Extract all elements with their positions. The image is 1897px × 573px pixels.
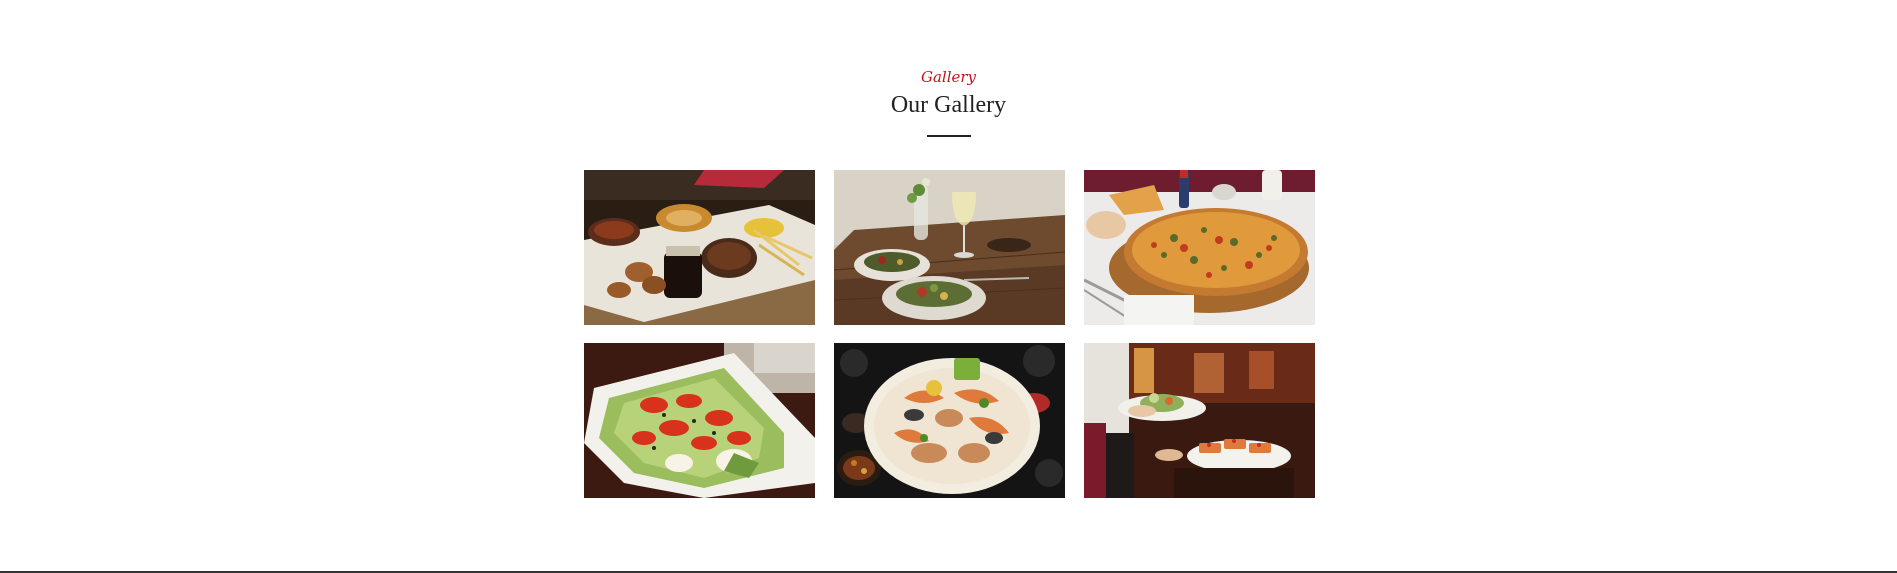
gallery-image-fresh-salad[interactable]	[584, 343, 815, 498]
gallery-image-steak-platter[interactable]	[584, 170, 815, 325]
gallery-grid	[584, 170, 1315, 498]
gallery-image-seafood-platter[interactable]	[834, 343, 1065, 498]
title-divider	[926, 135, 971, 137]
gallery-image-waiter-serving[interactable]	[1084, 343, 1315, 498]
gallery-image-salad-bowls-wine[interactable]	[834, 170, 1065, 325]
section-title: Our Gallery	[890, 92, 1007, 118]
gallery-image-pizza[interactable]	[1084, 170, 1315, 325]
section-eyebrow: Gallery	[920, 68, 977, 86]
gallery-section-header: Gallery Our Gallery	[0, 68, 1897, 137]
